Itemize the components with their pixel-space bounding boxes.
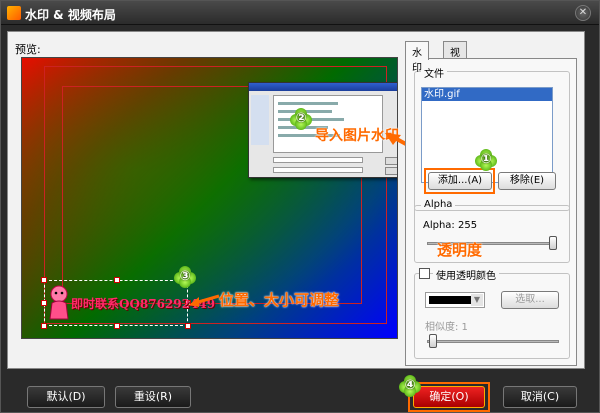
- similarity-text: 相似度: 1: [425, 322, 468, 333]
- remove-file-button[interactable]: 移除(E): [498, 172, 556, 190]
- file-item[interactable]: 水印.gif: [422, 88, 552, 101]
- tab-video-layout[interactable]: 视频布局: [443, 41, 467, 104]
- similarity-slider-thumb[interactable]: [429, 334, 437, 348]
- tab-watermark[interactable]: 水印: [405, 41, 429, 74]
- marker-1-icon: ①: [475, 149, 497, 171]
- app-icon: [7, 6, 21, 20]
- preview-label: 预览:: [15, 43, 41, 56]
- marker-4-icon: ④: [399, 375, 421, 397]
- screenshot-filetype-field: [273, 167, 363, 173]
- transparent-color-select[interactable]: ▼: [425, 292, 485, 308]
- marker-4-label: ④: [404, 378, 416, 393]
- window-title: 水印 & 视频布局: [25, 8, 116, 22]
- dialog-window: 水印 & 视频布局 ✕ 预览: ② 即时联系QQ876292449 ③ 导入图片…: [0, 0, 600, 413]
- cancel-button[interactable]: 取消(C): [503, 386, 577, 408]
- screenshot-filename-field: [273, 157, 363, 163]
- add-button-highlight: [424, 168, 495, 194]
- use-transparent-checkbox[interactable]: [419, 268, 430, 279]
- pick-color-button[interactable]: 选取...: [501, 291, 559, 309]
- color-swatch: [429, 296, 471, 304]
- file-group-label: 文件: [421, 65, 447, 80]
- resize-handle-bottom[interactable]: [114, 323, 120, 329]
- resize-handle-bottom-right[interactable]: [185, 323, 191, 329]
- default-button[interactable]: 默认(D): [27, 386, 105, 408]
- chevron-down-icon: ▼: [471, 294, 483, 306]
- watermark-bounding-box[interactable]: 即时联系QQ876292449: [41, 277, 215, 329]
- watermark-figure-icon: [49, 285, 69, 320]
- screenshot-sidebar: [251, 95, 269, 145]
- close-icon: ✕: [578, 7, 588, 18]
- marker-3-icon: ③: [174, 266, 196, 288]
- alpha-group-label: Alpha: [421, 199, 456, 210]
- title-bar[interactable]: 水印 & 视频布局 ✕: [1, 1, 599, 25]
- marker-2-label: ②: [295, 111, 307, 126]
- reset-button[interactable]: 重设(R): [115, 386, 191, 408]
- similarity-slider-track[interactable]: [427, 340, 559, 343]
- resize-handle-top-left[interactable]: [41, 277, 47, 283]
- marker-3-label: ③: [179, 269, 191, 284]
- arrow-to-watermark-icon: [189, 294, 220, 307]
- alpha-slider-thumb[interactable]: [549, 236, 557, 250]
- annotation-position: 位置、大小可调整: [219, 291, 340, 309]
- screenshot-line: [278, 102, 338, 105]
- resize-handle-left[interactable]: [41, 300, 47, 306]
- annotation-opacity: 透明度: [437, 241, 483, 259]
- tab-panel-watermark: 文件 水印.gif 添加...(A) 移除(E) Alpha Alpha: 25…: [405, 58, 577, 366]
- transparent-color-group: 使用透明颜色 ▼ 选取... 相似度: 1: [414, 267, 570, 359]
- marker-1-label: ①: [480, 152, 492, 167]
- marker-2-icon: ②: [290, 108, 312, 130]
- screenshot-titlebar: [249, 83, 397, 91]
- use-transparent-label: 使用透明颜色: [433, 267, 499, 282]
- alpha-value-text: Alpha: 255: [423, 220, 478, 231]
- resize-handle-top[interactable]: [114, 277, 120, 283]
- resize-handle-bottom-left[interactable]: [41, 323, 47, 329]
- close-button[interactable]: ✕: [575, 5, 591, 21]
